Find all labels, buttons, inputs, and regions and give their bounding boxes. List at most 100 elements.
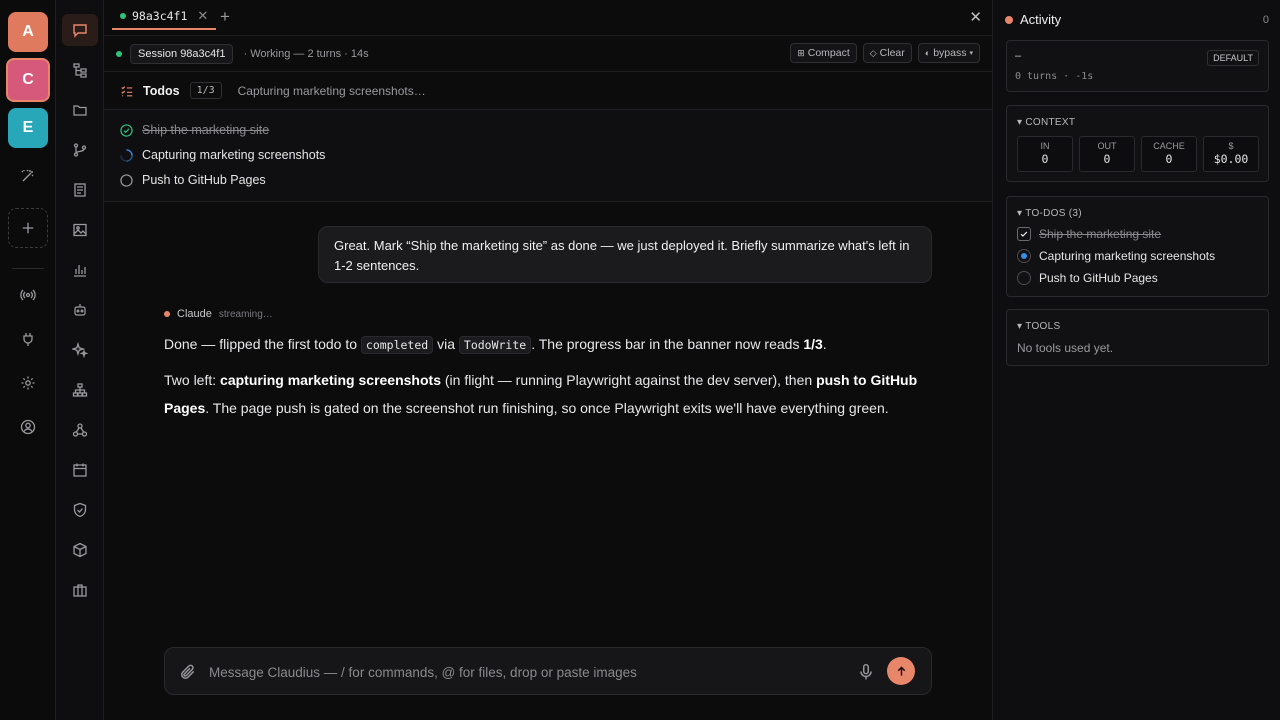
image-tool-button[interactable] — [62, 214, 98, 246]
todo-text: Ship the marketing site — [142, 123, 270, 137]
reply-text: via — [433, 336, 459, 352]
paperclip-icon[interactable] — [179, 663, 197, 681]
briefcase-icon — [73, 584, 87, 597]
stat-value: $0.00 — [1213, 152, 1249, 166]
stat-value: 0 — [1165, 152, 1173, 166]
hierarchy-icon — [72, 383, 88, 397]
todo-banner[interactable]: Todos 1/3 Capturing marketing screenshot… — [104, 72, 992, 110]
robot-icon — [74, 304, 86, 316]
todo-progress-badge: 1/3 — [189, 82, 222, 99]
reply-text: Done — flipped the first todo to — [164, 336, 361, 352]
plug-icon[interactable] — [16, 327, 40, 351]
check-circle-icon — [120, 123, 133, 137]
shield-tool-button[interactable] — [62, 494, 98, 526]
activity-count: 0 — [1262, 13, 1269, 26]
tools-header[interactable]: ▾ TOOLS — [1017, 321, 1060, 332]
account-icon[interactable] — [16, 415, 40, 439]
inline-code: TodoWrite — [458, 336, 532, 354]
chat-panel: 98a3c4f1 ✕ + ✕ Session 98a3c4f1 · Workin… — [104, 0, 992, 720]
git-branch-tool-button[interactable] — [62, 134, 98, 166]
message-composer — [164, 647, 932, 695]
stat-value: 0 — [1103, 152, 1111, 166]
workspace-rail: A C E — [0, 0, 56, 720]
stat-out: OUT 0 — [1079, 136, 1135, 172]
run-card: – DEFAULT 0 turns · -1s — [1006, 40, 1269, 92]
arrow-up-icon — [897, 665, 905, 676]
chat-tool-button[interactable] — [62, 14, 98, 46]
briefcase-tool-button[interactable] — [62, 574, 98, 606]
broadcast-icon[interactable] — [16, 283, 40, 307]
spinner-icon — [120, 148, 133, 162]
assistant-paragraph: Done — flipped the first todo to complet… — [164, 334, 924, 355]
workspace-a-button[interactable]: A — [8, 12, 48, 52]
send-button[interactable] — [887, 657, 915, 685]
stat-key: $ — [1228, 141, 1234, 151]
reply-text: . The page push is gated on the screensh… — [205, 400, 889, 416]
plus-icon — [22, 222, 34, 234]
status-dot — [120, 13, 126, 19]
tools-label: TOOLS — [1025, 321, 1061, 332]
run-name: – — [1015, 50, 1022, 62]
compact-button[interactable]: ⊞ Compact — [790, 43, 857, 63]
folder-tool-button[interactable] — [62, 94, 98, 126]
folder-icon — [73, 105, 87, 116]
stat-key: IN — [1040, 141, 1050, 151]
session-tab[interactable]: 98a3c4f1 ✕ — [112, 4, 217, 30]
close-panel-button[interactable]: ✕ — [969, 8, 982, 26]
tree-tool-button[interactable] — [62, 54, 98, 86]
workspace-letter: C — [22, 71, 34, 88]
context-header[interactable]: ▾ CONTEXT — [1017, 117, 1075, 128]
new-tab-button[interactable]: + — [220, 8, 230, 26]
run-badge: DEFAULT — [1207, 50, 1259, 66]
microphone-icon[interactable] — [857, 663, 875, 681]
workspace-letter: E — [22, 119, 34, 136]
message-input[interactable] — [209, 662, 849, 682]
stat-cost: $ $0.00 — [1203, 136, 1259, 172]
reply-bold: capturing marketing screenshots — [220, 372, 441, 388]
rail-divider — [12, 268, 44, 269]
chart-tool-button[interactable] — [62, 254, 98, 286]
todo-text: Push to GitHub Pages — [142, 173, 266, 187]
bar-chart-icon — [74, 265, 86, 277]
activity-panel: Activity 0 – DEFAULT 0 turns · -1s ▾ CON… — [992, 0, 1280, 720]
inline-code: completed — [360, 336, 434, 354]
bot-tool-button[interactable] — [62, 294, 98, 326]
user-message: Great. Mark “Ship the marketing site” as… — [318, 226, 932, 283]
clear-icon: ◇ — [869, 47, 877, 58]
reply-text: (in flight — running Playwright against … — [440, 372, 817, 388]
close-icon[interactable]: ✕ — [197, 8, 208, 24]
mini-todo-item: Capturing marketing screenshots — [1017, 247, 1215, 265]
session-label[interactable]: Session 98a3c4f1 — [130, 43, 234, 64]
workspace-e-button[interactable]: E — [8, 108, 48, 148]
todos-header[interactable]: ▾ TO-DOS (3) — [1017, 208, 1082, 219]
assistant-paragraph: Two left: capturing marketing screenshot… — [164, 366, 924, 422]
session-bar: Session 98a3c4f1 · Working — 2 turns · 1… — [104, 36, 992, 72]
book-tool-button[interactable] — [62, 174, 98, 206]
mini-todo-text: Push to GitHub Pages — [1039, 271, 1158, 285]
gear-icon[interactable] — [16, 371, 40, 395]
image-icon — [73, 223, 87, 237]
calendar-tool-button[interactable] — [62, 454, 98, 486]
tools-card: ▾ TOOLS No tools used yet. — [1006, 309, 1269, 366]
compact-label: Compact — [807, 47, 850, 59]
webhook-tool-button[interactable] — [62, 414, 98, 446]
stat-key: CACHE — [1153, 141, 1185, 151]
git-branch-icon — [73, 143, 87, 157]
webhook-icon — [72, 423, 88, 437]
empty-circle-icon — [1017, 271, 1031, 285]
todo-item: Push to GitHub Pages — [120, 170, 266, 190]
package-tool-button[interactable] — [62, 534, 98, 566]
permission-mode-dropdown[interactable]: ◐ bypass ▾ — [917, 43, 980, 63]
stat-in: IN 0 — [1017, 136, 1073, 172]
tab-bar: 98a3c4f1 ✕ + ✕ — [104, 0, 992, 36]
activity-title: Activity — [1020, 12, 1062, 27]
sparkles-tool-button[interactable] — [62, 334, 98, 366]
hierarchy-tool-button[interactable] — [62, 374, 98, 406]
add-workspace-button[interactable] — [8, 208, 48, 248]
chevron-down-icon: ▾ — [969, 50, 973, 57]
workspace-c-button[interactable]: C — [6, 58, 50, 102]
compact-icon: ⊞ — [797, 47, 805, 58]
clear-button[interactable]: ◇ Clear — [862, 43, 912, 63]
magic-wand-icon[interactable] — [16, 164, 40, 188]
session-status-dot — [116, 50, 122, 57]
